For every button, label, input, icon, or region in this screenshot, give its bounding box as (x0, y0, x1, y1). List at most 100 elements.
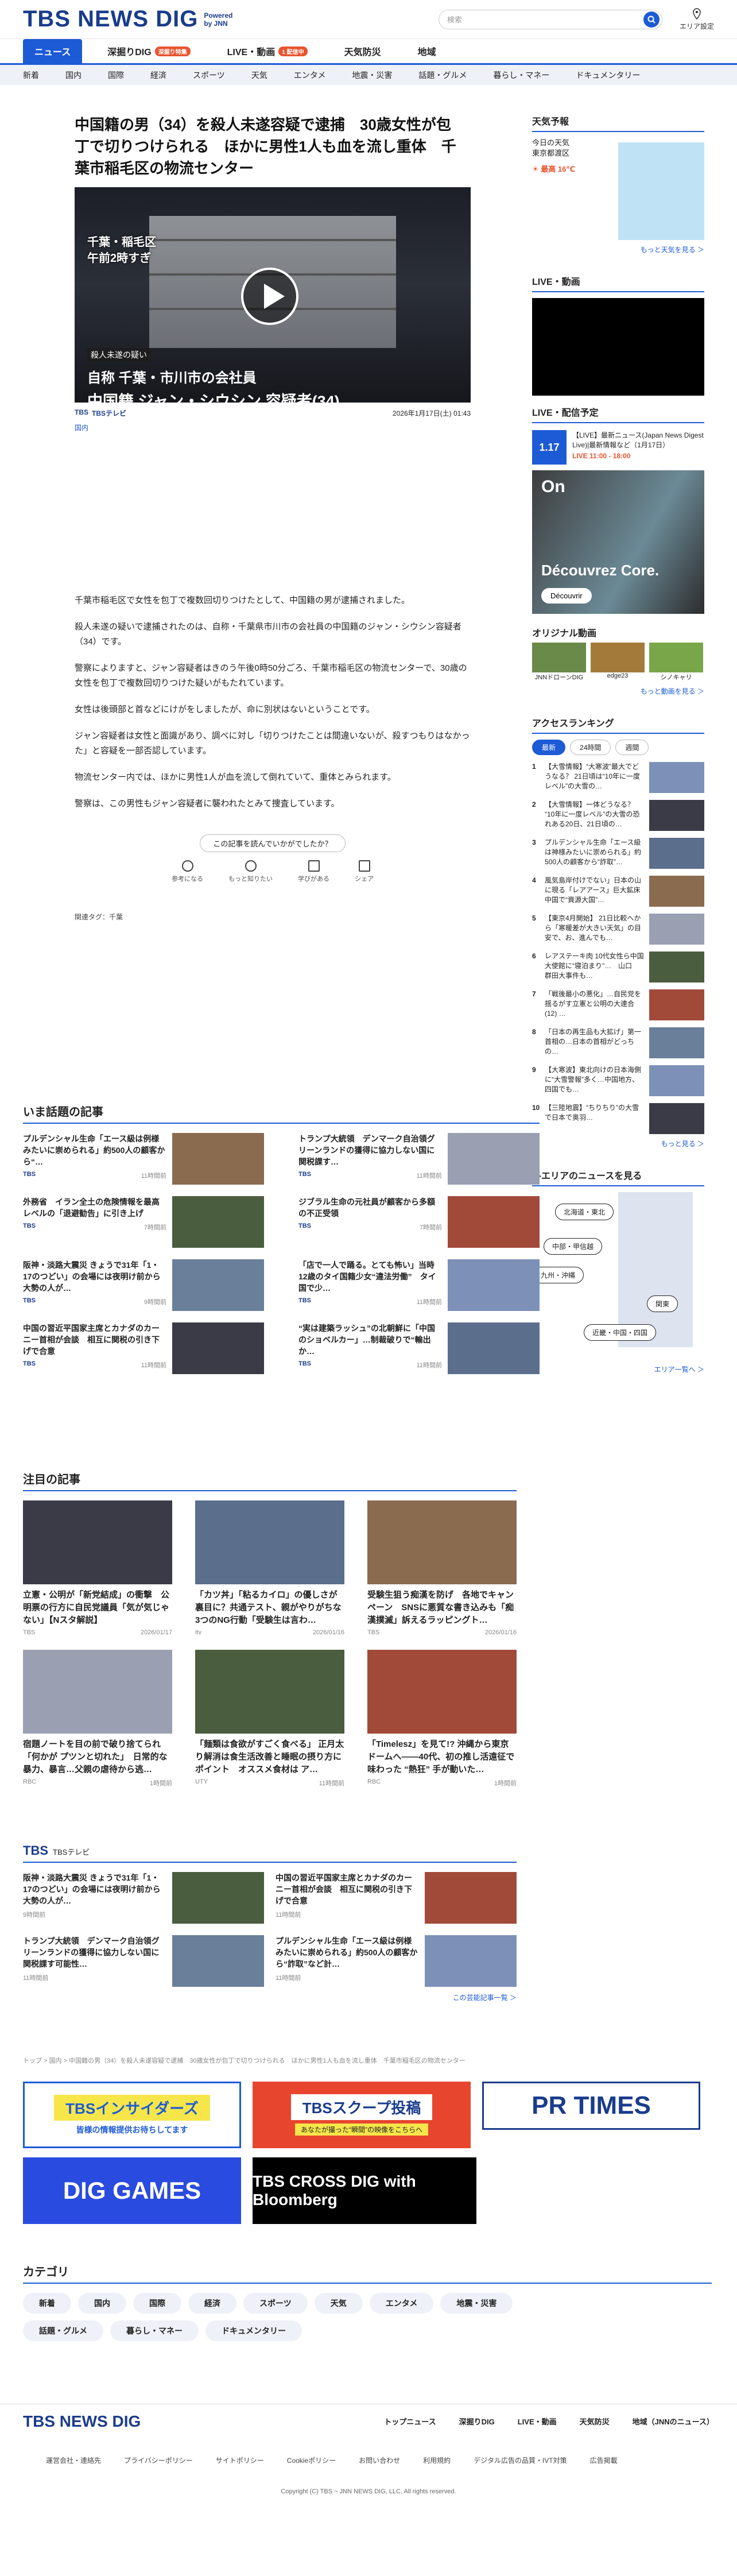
subnav-item[interactable]: 経済 (150, 69, 166, 81)
weather-widget[interactable]: 今日の天気 東京都渡区 ☀ 最高 16℃ (532, 138, 704, 240)
category-pill[interactable]: 天気 (314, 2293, 363, 2314)
footer-nav-item[interactable]: 天気防災 (580, 2416, 610, 2427)
search-input[interactable]: 検索 (438, 9, 662, 29)
reaction-learn[interactable]: 学びがある (298, 860, 329, 883)
category-pill[interactable]: エンタメ (369, 2293, 434, 2314)
footer-link[interactable]: 広告掲載 (590, 2455, 618, 2465)
footer-logo[interactable]: TBS NEWS DIG (23, 2412, 141, 2431)
subnav-item[interactable]: 地震・災害 (352, 69, 392, 81)
category-pill[interactable]: 地震・災害 (440, 2293, 513, 2314)
category-pill[interactable]: スポーツ (243, 2293, 308, 2314)
search-button[interactable] (643, 11, 660, 28)
tbs-card[interactable]: 阪神・淡路大震災 きょうで31年「1・17のつどい」の会場には夜明け前から大勢の… (23, 1872, 264, 1924)
footer-link[interactable]: 利用規約 (423, 2455, 451, 2465)
category-pill[interactable]: ドキュメンタリー (205, 2320, 302, 2341)
featured-card[interactable]: 受験生狙う痴漢を防げ 各地でキャンペーン SNSに悪質な書き込みも「痴漢撲滅」訴… (367, 1500, 517, 1636)
advertisement[interactable]: On Découvrez Core. Découvrir (532, 470, 704, 614)
banner-scoop[interactable]: TBSスクープ投稿 あなたが撮った“瞬間”の映像をこちらへ (253, 2082, 471, 2148)
subnav-item[interactable]: 話題・グルメ (418, 69, 467, 81)
article-video[interactable]: 千葉・稲毛区 午前2時すぎ 殺人未遂の疑い 自称 千葉・市川市の会社員 中国籍 … (75, 187, 471, 403)
featured-card[interactable]: 「麺類は食欲がすごく食べる」 正月太り解消は食生活改善と睡眠の摂り方にポイント … (195, 1650, 344, 1788)
area-kinki[interactable]: 近畿・中国・四国 (584, 1324, 657, 1341)
live-player[interactable] (532, 298, 704, 396)
tab-region[interactable]: 地域 (406, 39, 448, 63)
trending-card[interactable]: ジブラル生命の元社員が顧客から多額の不正受領 TBS 7時間前 (298, 1196, 540, 1248)
ranking-item[interactable]: 2 【大雪情報】一体どうなる？ “10年に一度レベル”の大雪の恐れある20日、21… (532, 800, 704, 831)
footer-link[interactable]: デジタル広告の品質・IVT対策 (474, 2455, 567, 2465)
category-pill[interactable]: 新着 (23, 2293, 71, 2314)
tab-weather[interactable]: 天気防災 (333, 39, 393, 63)
related-tags[interactable]: 関連タグ：千葉 (75, 912, 471, 922)
banner-dig-games[interactable]: DIG GAMES (23, 2157, 241, 2224)
featured-card[interactable]: 宿題ノートを目の前で破り捨てられ「何かが プツンと切れた」 日常的な暴力、暴言…… (23, 1650, 172, 1788)
area-more-link[interactable]: エリア一覧へ ＞ (532, 1364, 704, 1374)
featured-card[interactable]: 立憲・公明が「新党結成」の衝撃 公明票の行方に自民党議員「気が気じゃない」【Nス… (23, 1500, 172, 1636)
featured-card[interactable]: 「Timelesz」を見て!? 沖縄から東京ドームへ——40代、初の推し活遠征で… (367, 1650, 517, 1788)
ranking-item[interactable]: 6 レアステーキ肉 10代女性ら中国大使館に“寝泊まり”… 山口 群田大事件も… (532, 952, 704, 983)
tab-live[interactable]: LIVE・動画 1 配信中 (216, 39, 319, 63)
area-kyushu[interactable]: 九州・沖縄 (532, 1267, 584, 1283)
footer-link[interactable]: お問い合わせ (359, 2455, 400, 2465)
trending-card[interactable]: 阪神・淡路大震災 きょうで31年「1・17のつどい」の会場には夜明け前から大勢の… (23, 1259, 264, 1311)
category-pill[interactable]: 国際 (133, 2293, 181, 2314)
tbs-card[interactable]: 中国の習近平国家主席とカナダのカーニー首相が会談 相互に関税の引き下げで合意 11… (276, 1872, 517, 1924)
breadcrumb[interactable]: トップ > 国内 > 中国籍の男（34）を殺人未遂容疑で逮捕 30歳女性が包丁で… (23, 2056, 712, 2065)
play-icon[interactable] (241, 268, 298, 325)
category-pill[interactable]: 国内 (78, 2293, 126, 2314)
subnav-item[interactable]: 国内 (65, 69, 82, 81)
reaction-helpful[interactable]: 参考になる (172, 860, 203, 883)
trending-card[interactable]: “実は建築ラッシュ”の北朝鮮に「中国のショベルカー」…制裁破りで“輸出か… TBS… (298, 1322, 540, 1374)
subnav-item[interactable]: 天気 (251, 69, 267, 81)
area-chubu[interactable]: 中部・甲信越 (544, 1238, 603, 1255)
weather-more-link[interactable]: もっと天気を見る ＞ (532, 245, 704, 254)
footer-link[interactable]: Cookieポリシー (287, 2455, 336, 2465)
banner-prtimes[interactable]: PR TIMES (482, 2082, 700, 2130)
subnav-item[interactable]: 国際 (108, 69, 124, 81)
footer-nav-item[interactable]: LIVE・動画 (518, 2416, 557, 2427)
ranking-item[interactable]: 9 【大寒波】東北向けの日本海側に“大雪警報”多く…中国地方、四国でも… (532, 1065, 704, 1096)
subnav-item[interactable]: スポーツ (193, 69, 225, 81)
ad-button[interactable]: Découvrir (541, 588, 592, 604)
ranking-item[interactable]: 3 プルデンシャル生命「エース級は神様みたいに崇められる」約500人の顧客から“詐… (532, 838, 704, 869)
trending-card[interactable]: 外務省 イラン全土の危険情報を最高レベルの「退避勧告」に引き上げ TBS 7時間前 (23, 1196, 264, 1248)
original-video-item[interactable]: JNNドローンDIG (532, 643, 586, 682)
ranking-item[interactable]: 8 「日本の再生品も大拡げ」第一首相の…日本の首相がどっちの… (532, 1027, 704, 1058)
trending-card[interactable]: 中国の習近平国家主席とカナダのカーニー首相が会談 相互に関税の引き下げで合意 TB… (23, 1322, 264, 1374)
featured-card[interactable]: 「カツ丼」「粘るカイロ」の優しさが裏目に？共通テスト、親がやりがちな3つのNG行… (195, 1500, 344, 1636)
ranking-more-link[interactable]: もっと見る ＞ (532, 1139, 704, 1148)
ranking-tab-latest[interactable]: 最新 (532, 740, 566, 755)
ranking-item[interactable]: 5 【東京4月開始】 21日比較へから「寒暖差が大きい天気」の目安で、お、進んでも… (532, 914, 704, 945)
footer-nav-item[interactable]: 地域（JNNのニュース） (633, 2416, 714, 2427)
reaction-more[interactable]: もっと知りたい (228, 860, 273, 883)
category-pill[interactable]: 話題・グルメ (23, 2320, 103, 2341)
area-kanto[interactable]: 関東 (647, 1295, 678, 1312)
share-button[interactable]: シェア (355, 860, 374, 883)
ranking-item[interactable]: 4 風気島岸付けでない」日本の山に現る「レアアース」巨大鉱床 中国で“資源大国”… (532, 876, 704, 907)
subnav-item[interactable]: 新着 (23, 69, 39, 81)
banner-cross-dig[interactable]: TBS CROSS DIG with Bloomberg (253, 2157, 476, 2224)
ranking-item[interactable]: 7 「戦後最小の悪化」…自民党を揺るがす立憲と公明の大連合(12) … (532, 989, 704, 1020)
tab-dig[interactable]: 深掘りDIG 深掘り特集 (96, 39, 201, 63)
original-video-item[interactable]: シノキャリ (649, 643, 703, 682)
category-pill[interactable]: 経済 (188, 2293, 236, 2314)
ranking-tab-weekly[interactable]: 週間 (615, 740, 649, 755)
footer-nav-item[interactable]: 深掘りDIG (459, 2416, 495, 2427)
site-logo[interactable]: TBS NEWS DIG (23, 6, 198, 32)
tab-news[interactable]: ニュース (23, 39, 83, 63)
ranking-item[interactable]: 10 【三陸地震】“ちりちり”の大雪で日本で奥羽… (532, 1103, 704, 1134)
category-pill[interactable]: 暮らし・マネー (110, 2320, 199, 2341)
video-more-link[interactable]: もっと動画を見る ＞ (532, 686, 704, 696)
tbs-card[interactable]: プルデンシャル生命「エース級は例様みたいに崇められる」約500人の顧客から“詐取… (276, 1935, 517, 1987)
footer-link[interactable]: プライバシーポリシー (124, 2455, 193, 2465)
subnav-item[interactable]: ドキュメンタリー (576, 69, 640, 81)
schedule-item[interactable]: 1.17 【LIVE】最新ニュース(Japan News Digest Live… (532, 430, 704, 465)
subnav-item[interactable]: エンタメ (294, 69, 326, 81)
tbs-card[interactable]: トランプ大統領 デンマーク自治領グリーンランドの獲得に協力しない国に関税課す可能… (23, 1935, 264, 1987)
original-video-item[interactable]: edge23 (591, 643, 645, 682)
ranking-tab-24h[interactable]: 24時間 (570, 740, 611, 755)
footer-nav-item[interactable]: トップニュース (384, 2416, 436, 2427)
ranking-item[interactable]: 1 【大雪情報】“大寒波”最大でどうなる？ 21日頃は“10年に一度レベル”の大雪… (532, 762, 704, 793)
banner-insiders[interactable]: TBSインサイダーズ 皆様の情報提供お待ちしてます (23, 2082, 241, 2148)
subnav-item[interactable]: 暮らし・マネー (493, 69, 549, 81)
tbs-more-link[interactable]: この芸能記事一覧 ＞ (23, 1993, 517, 2002)
